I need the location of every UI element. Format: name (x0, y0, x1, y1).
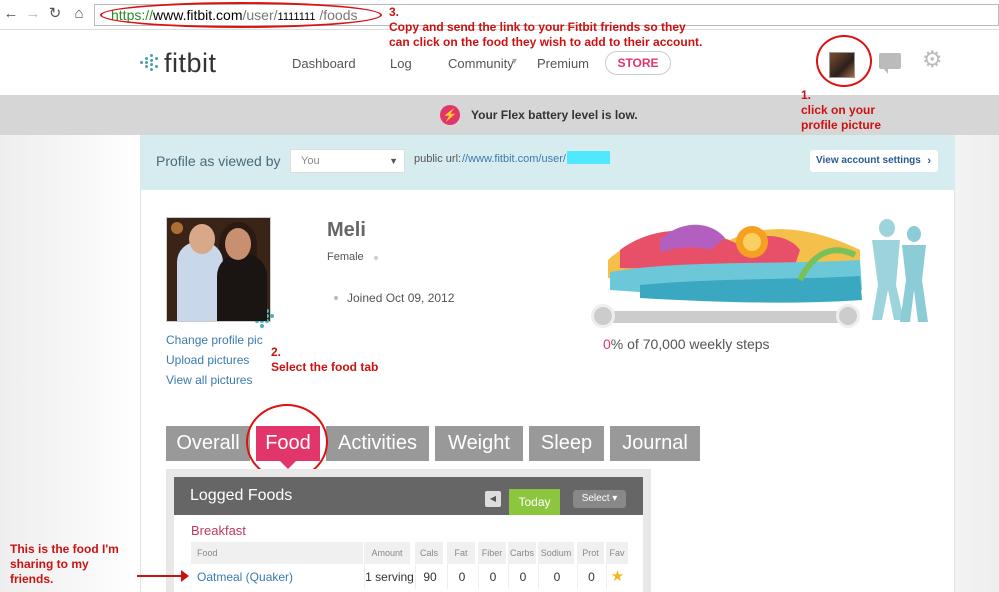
nav-dashboard[interactable]: Dashboard (292, 56, 356, 71)
steps-percent-value: 0 (603, 336, 611, 352)
annotation-step1: 1. click on your profile picture (801, 88, 881, 133)
column-header: Cals (415, 542, 443, 564)
forward-arrow-icon[interactable]: → (24, 5, 42, 23)
progress-end-knob (836, 304, 860, 328)
nav-log[interactable]: Log (390, 56, 412, 71)
tab-journal[interactable]: Journal (610, 426, 700, 461)
battery-message: Your Flex battery level is low. (471, 108, 638, 122)
annotation-step3-number: 3. (389, 5, 400, 19)
annotation-arrow (137, 575, 183, 577)
profile-gender: Female (327, 251, 364, 263)
annotation-step3-line1: Copy and send the link to your Fitbit fr… (389, 20, 686, 34)
food-item-link[interactable]: Oatmeal (Quaker) (197, 565, 293, 589)
annotation-food-line2: sharing to my (10, 557, 89, 571)
food-prot: 0 (577, 565, 605, 589)
gear-icon[interactable]: ⚙ (922, 48, 943, 71)
logged-foods-table: Breakfast Food Amount Cals Fat Fiber Car… (174, 515, 643, 592)
annotation-arrow-head (181, 570, 189, 582)
settings-button-label: View account settings (816, 155, 921, 166)
screenshot-root: ← → ↻ ⌂ https://www.fitbit.com/user/1111… (0, 0, 999, 592)
meal-heading: Breakfast (191, 523, 246, 538)
previous-day-button[interactable]: ◀ (485, 491, 501, 507)
tab-sleep[interactable]: Sleep (529, 426, 604, 461)
upload-pictures-link[interactable]: Upload pictures (166, 353, 249, 367)
food-carbs: 0 (508, 565, 537, 589)
annotation-step2-line1: Select the food tab (271, 360, 379, 374)
chevron-right-icon: › (927, 155, 931, 167)
annotation-food-note: This is the food I'm sharing to my frien… (10, 542, 119, 587)
bullet-dot (334, 296, 338, 300)
nav-community[interactable]: Community (448, 56, 514, 71)
annotation-step3-line2: can click on the food they wish to add t… (389, 35, 703, 49)
redacted-user-id (567, 151, 610, 164)
column-header: Carbs (508, 542, 536, 564)
weekly-steps-text: 0% of 70,000 weekly steps (603, 336, 770, 352)
change-profile-pic-link[interactable]: Change profile pic (166, 333, 263, 347)
food-fat: 0 (447, 565, 476, 589)
column-header: Sodium (538, 542, 574, 564)
profile-photo (166, 217, 271, 322)
public-url-link[interactable]: //www.fitbit.com/user/ (462, 153, 566, 165)
chevron-down-icon[interactable]: ▾ (512, 56, 517, 67)
viewer-select[interactable]: You ▼ (290, 149, 405, 173)
tab-overall[interactable]: Overall (166, 426, 250, 461)
annotation-food-line1: This is the food I'm (10, 542, 119, 556)
select-dropdown[interactable]: Select ▾ (573, 490, 626, 508)
profile-name: Meli (327, 219, 366, 241)
logged-foods-title: Logged Foods (190, 487, 293, 504)
annotation-step2: 2. Select the food tab (271, 345, 378, 375)
steps-progress-track (603, 311, 848, 323)
profile-joined-date: Joined Oct 09, 2012 (347, 291, 455, 305)
tab-activities[interactable]: Activities (326, 426, 429, 461)
chat-icon[interactable] (879, 53, 901, 74)
steps-suffix: % of 70,000 weekly steps (610, 336, 770, 352)
column-header: Prot (577, 542, 604, 564)
column-header: Fat (447, 542, 475, 564)
reload-icon[interactable]: ↻ (46, 5, 64, 23)
food-fiber: 0 (478, 565, 507, 589)
annotation-food-line3: friends. (10, 572, 54, 586)
fitbit-logo-icon (140, 54, 158, 72)
profile-viewed-label: Profile as viewed by (156, 153, 281, 169)
back-arrow-icon[interactable]: ← (2, 5, 20, 23)
favorite-star-icon[interactable]: ★ (606, 565, 628, 589)
public-url-label: public url: (414, 153, 462, 165)
view-account-settings-button[interactable]: View account settings › (810, 150, 938, 172)
store-button[interactable]: STORE (605, 51, 671, 75)
battery-warning-icon: ⚡ (440, 105, 460, 125)
annotation-step1-number: 1. (801, 88, 812, 102)
annotation-step1-line1: click on your (801, 103, 876, 117)
home-icon[interactable]: ⌂ (70, 5, 88, 23)
food-cals: 90 (415, 565, 444, 589)
nav-premium[interactable]: Premium (537, 56, 589, 71)
viewer-select-value: You (301, 155, 320, 167)
url-annotation-circle (100, 2, 382, 28)
tab-weight[interactable]: Weight (435, 426, 523, 461)
food-amount: 1 serving (364, 565, 414, 589)
column-header: Fav (606, 542, 628, 564)
logo-text: fitbit (164, 47, 217, 78)
annotation-step1-line2: profile picture (801, 118, 882, 132)
column-header: Fiber (478, 542, 506, 564)
chevron-down-icon: ▼ (389, 156, 398, 166)
column-header: Amount (364, 542, 410, 564)
view-all-pictures-link[interactable]: View all pictures (166, 373, 252, 387)
food-sodium: 0 (538, 565, 575, 589)
separator-dot (374, 256, 378, 260)
column-header: Food (191, 542, 363, 564)
profile-viewer-bar: Profile as viewed by You ▼ public url: /… (140, 135, 955, 190)
fitbit-logo[interactable]: fitbit (140, 47, 217, 78)
logged-foods-header: Logged Foods ◀ Today Select ▾ (174, 477, 643, 525)
progress-start-knob (591, 304, 615, 328)
annotation-step3: 3. Copy and send the link to your Fitbit… (389, 5, 702, 50)
annotation-step2-number: 2. (271, 345, 282, 359)
avatar-annotation-circle (816, 35, 872, 87)
